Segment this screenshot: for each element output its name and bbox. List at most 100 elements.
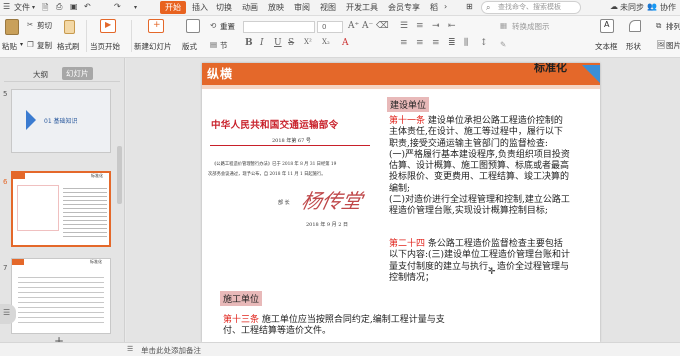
- section-button[interactable]: 节: [220, 40, 228, 51]
- menu-file[interactable]: 文件: [14, 2, 30, 13]
- slide-thumbnail-5[interactable]: 01 基础知识: [11, 89, 111, 153]
- superscript-button[interactable]: X²: [304, 38, 312, 46]
- slide-number: 7: [3, 264, 8, 272]
- preview-icon[interactable]: ▣: [70, 2, 78, 11]
- tab-slideshow[interactable]: 放映: [268, 2, 284, 13]
- search-icon: ⌕: [486, 3, 491, 12]
- align-center-icon[interactable]: ≡: [416, 38, 424, 48]
- shrink-font-icon[interactable]: A⁻: [362, 21, 373, 31]
- tab-outline[interactable]: 大纲: [33, 69, 48, 80]
- font-color-button[interactable]: A: [342, 38, 349, 48]
- text-effects-icon[interactable]: ✎: [500, 40, 506, 49]
- thumb-header-text: 标准化: [91, 173, 103, 178]
- decree-line-2: 次部务会议通过，现予公布，自 2018 年 11 月 1 日起施行。: [208, 172, 326, 177]
- collab-button[interactable]: 协作: [660, 2, 676, 13]
- menu-icon[interactable]: ☰: [3, 2, 10, 11]
- picture-icon[interactable]: 🖼: [656, 40, 666, 49]
- new-slide-button[interactable]: 新建幻灯片: [134, 41, 172, 52]
- tab-start[interactable]: 开始: [160, 1, 186, 14]
- corner-deco: [582, 65, 600, 83]
- decree-image: 中华人民共和国交通运输部令 2018 年第 67 号 《公路工程造价管理暂行办法…: [206, 101, 376, 279]
- section-icon[interactable]: ▤: [210, 40, 217, 49]
- slide-top-title: 标准化: [534, 63, 567, 74]
- layout-button[interactable]: 版式: [182, 41, 197, 52]
- line-spacing-icon[interactable]: ↕: [480, 38, 488, 48]
- undo-icon[interactable]: ↶: [84, 2, 91, 11]
- copy-button[interactable]: 复制: [37, 40, 52, 51]
- notes-placeholder[interactable]: 单击此处添加备注: [141, 345, 201, 356]
- reset-icon[interactable]: ⟲: [210, 21, 216, 30]
- convert-smartart-button[interactable]: 转换成图示: [512, 21, 550, 32]
- slide-number: 5: [3, 90, 8, 98]
- collab-icon[interactable]: 👥: [647, 2, 657, 11]
- justify-icon[interactable]: ≣: [448, 38, 456, 48]
- slide-editor[interactable]: 纵横 标准化 中华人民共和国交通运输部令 2018 年第 67 号 《公路工程造…: [126, 58, 680, 342]
- article-11-title: 第十一条: [389, 116, 426, 126]
- arrange-icon[interactable]: ⧉: [656, 21, 661, 31]
- grow-font-icon[interactable]: A⁺: [348, 21, 359, 31]
- paste-button[interactable]: 粘贴: [2, 41, 17, 52]
- underline-button[interactable]: U: [274, 38, 282, 48]
- tab-view[interactable]: 视图: [320, 2, 336, 13]
- strike-button[interactable]: S: [288, 38, 294, 48]
- brand-logo-text: 纵横: [207, 67, 234, 81]
- picture-button[interactable]: 图片: [666, 40, 680, 51]
- save-icon[interactable]: 🗎: [42, 2, 48, 16]
- copy-icon[interactable]: ❐: [27, 40, 34, 49]
- tab-slides[interactable]: 幻灯片: [62, 67, 93, 80]
- cut-button[interactable]: 剪切: [37, 20, 52, 31]
- text-box-button[interactable]: 文本框: [595, 41, 618, 52]
- chevron-down-icon[interactable]: ▾: [20, 41, 23, 48]
- apps-icon[interactable]: ⊞: [466, 2, 473, 11]
- tab-member[interactable]: 会员专享: [388, 2, 420, 13]
- slide-thumbnail-7[interactable]: 标准化: [11, 258, 111, 334]
- shape-button[interactable]: 形状: [626, 41, 641, 52]
- tab-transition[interactable]: 切换: [216, 2, 232, 13]
- clear-format-icon[interactable]: ⌫: [376, 21, 389, 31]
- search-input[interactable]: ⌕ 查找命令、搜索模板: [481, 1, 581, 14]
- cloud-icon[interactable]: ☁: [610, 2, 618, 11]
- bold-button[interactable]: B: [245, 38, 253, 48]
- tab-insert[interactable]: 插入: [192, 2, 208, 13]
- arrange-button[interactable]: 排列: [666, 21, 680, 32]
- panel-scrollbar[interactable]: [117, 146, 122, 204]
- tab-more[interactable]: 稻: [430, 2, 438, 13]
- shape-icon[interactable]: [629, 20, 641, 32]
- thumb-header: [12, 259, 24, 265]
- tab-review[interactable]: 审阅: [294, 2, 310, 13]
- format-painter-icon[interactable]: [64, 20, 75, 34]
- outdent-icon[interactable]: ⇤: [448, 21, 456, 31]
- columns-icon[interactable]: ⫼: [464, 38, 468, 48]
- numbering-icon[interactable]: ≡: [416, 21, 424, 31]
- scissors-icon[interactable]: ✂: [27, 20, 33, 29]
- slide5-title: 01 基础知识: [44, 118, 78, 125]
- dropdown-icon[interactable]: ▾: [32, 4, 35, 11]
- notes-bar[interactable]: ☰ 单击此处添加备注: [0, 342, 680, 356]
- format-painter-button[interactable]: 格式刷: [57, 41, 80, 52]
- redo-icon[interactable]: ↷: [114, 2, 121, 11]
- italic-button[interactable]: I: [260, 38, 264, 48]
- tab-animation[interactable]: 动画: [242, 2, 258, 13]
- reset-button[interactable]: 重置: [220, 21, 235, 32]
- decree-title: 中华人民共和国交通运输部令: [211, 120, 339, 131]
- tab-developer[interactable]: 开发工具: [346, 2, 378, 13]
- subscript-button[interactable]: X₂: [322, 38, 330, 46]
- more-icon[interactable]: ▾: [134, 4, 137, 11]
- print-icon[interactable]: ⎙: [56, 2, 62, 12]
- chevron-right-icon[interactable]: ›: [444, 2, 447, 11]
- indent-icon[interactable]: ⇥: [432, 21, 440, 31]
- align-right-icon[interactable]: ≡: [432, 38, 440, 48]
- paste-icon[interactable]: [5, 19, 19, 35]
- font-family-select[interactable]: [243, 21, 315, 33]
- slide5-deco: [26, 110, 36, 130]
- from-current-button[interactable]: 当页开始: [90, 41, 120, 52]
- sync-status[interactable]: 未同步: [620, 2, 644, 13]
- smartart-icon[interactable]: ▦: [500, 21, 507, 30]
- align-left-icon[interactable]: ≡: [400, 38, 408, 48]
- current-slide[interactable]: 纵横 标准化 中华人民共和国交通运输部令 2018 年第 67 号 《公路工程造…: [202, 63, 600, 342]
- layout-icon[interactable]: [186, 19, 200, 33]
- bullets-icon[interactable]: ☰: [400, 21, 408, 31]
- font-size-select[interactable]: 0: [317, 21, 343, 33]
- slide-thumbnail-6[interactable]: 标准化: [11, 171, 111, 247]
- article-13: 第十三条 施工单位应当按照合同约定,编制工程计量与支 付、工程结算等造价文件。: [223, 315, 445, 337]
